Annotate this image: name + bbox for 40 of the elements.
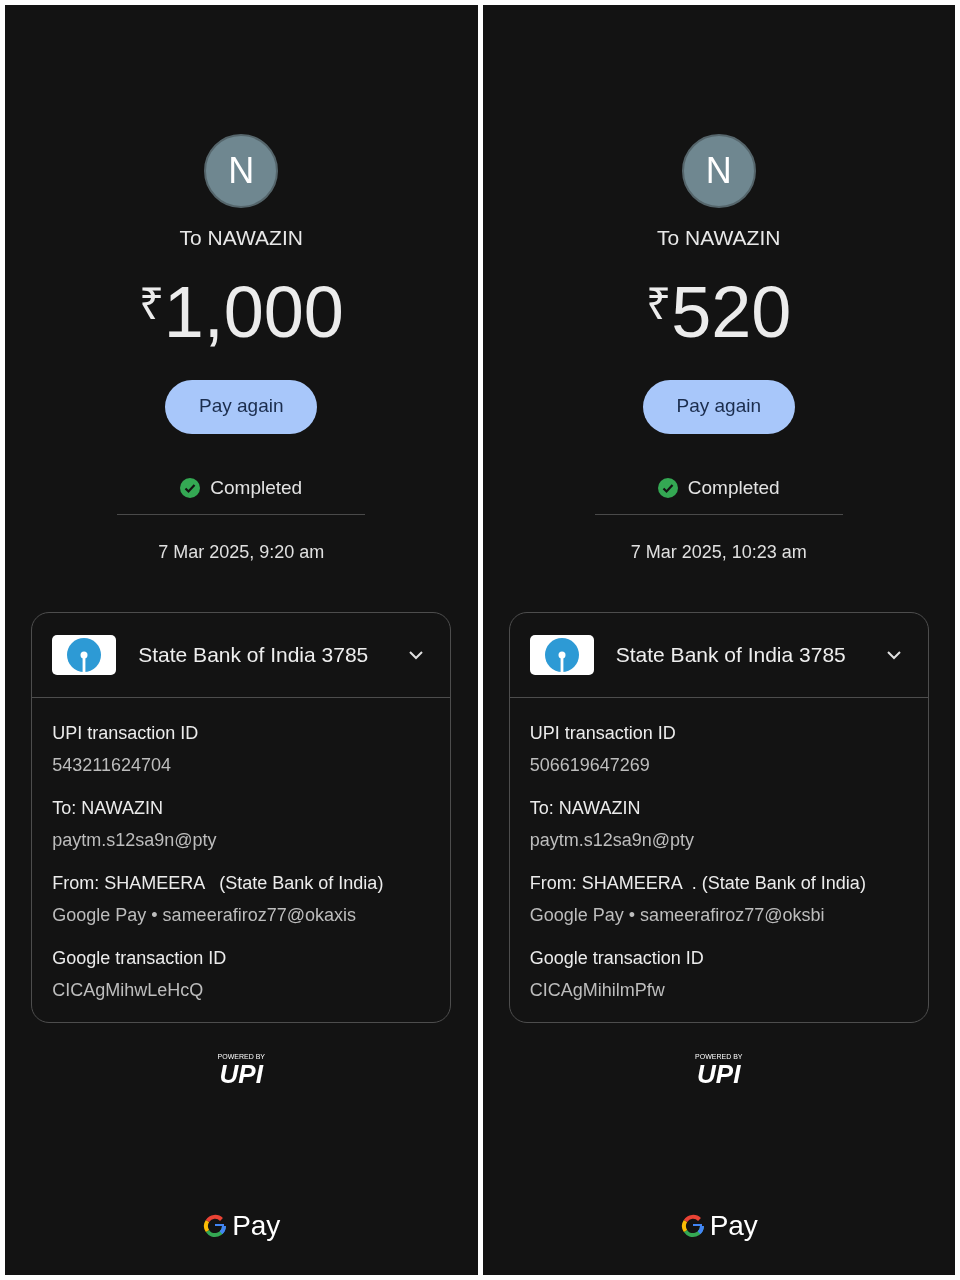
detail-label: UPI transaction ID [529, 722, 677, 745]
google-pay-logo: Pay [679, 1205, 758, 1247]
avatar: N [681, 134, 756, 208]
detail-label: From: SHAMEERA . (State Bank of India) [529, 872, 867, 895]
detail-label: To: NAWAZIN [52, 797, 164, 820]
detail-value: paytm.s12sa9n@pty [529, 829, 696, 852]
google-pay-logo: Pay [202, 1205, 281, 1247]
avatar: N [204, 134, 279, 208]
date-time: 7 Mar 2025, 9:20 am [158, 541, 325, 564]
detail-label: UPI transaction ID [52, 722, 200, 745]
pay-again-button[interactable]: Pay again [165, 379, 318, 434]
bank-logo-icon [52, 635, 117, 675]
detail-value: paytm.s12sa9n@pty [52, 829, 218, 852]
recipient-name: To NAWAZIN [657, 225, 781, 251]
pay-again-button[interactable]: Pay again [642, 379, 795, 434]
date-time: 7 Mar 2025, 10:23 am [630, 541, 807, 564]
detail-value: CICAgMihwLeHcQ [52, 979, 205, 1002]
detail-value: 506619647269 [529, 754, 651, 777]
bank-account-selector[interactable]: State Bank of India 3785 [509, 613, 928, 698]
bank-account-selector[interactable]: State Bank of India 3785 [32, 613, 451, 698]
recipient-name: To NAWAZIN [179, 225, 303, 251]
bank-logo-icon [529, 635, 594, 675]
detail-value: Google Pay • sameerafiroz77@okaxis [52, 904, 357, 927]
check-circle-icon [180, 477, 201, 498]
bank-name: State Bank of India 3785 [138, 642, 370, 669]
amount: 1,000 [163, 271, 344, 352]
detail-value: 543211624704 [52, 754, 173, 777]
currency-symbol: ₹ [646, 277, 672, 330]
detail-label: From: SHAMEERA (State Bank of India) [52, 872, 385, 895]
check-circle-icon [657, 477, 678, 498]
detail-label: Google transaction ID [529, 947, 705, 970]
detail-label: To: NAWAZIN [529, 797, 642, 820]
currency-symbol: ₹ [138, 277, 164, 330]
detail-label: Google transaction ID [52, 947, 228, 970]
status-text: Completed [687, 475, 780, 500]
detail-value: CICAgMihilmPfw [529, 979, 666, 1002]
amount: 520 [671, 271, 792, 352]
detail-value: Google Pay • sameerafiroz77@oksbi [529, 904, 826, 927]
status-text: Completed [210, 475, 303, 500]
bank-name: State Bank of India 3785 [615, 642, 847, 669]
